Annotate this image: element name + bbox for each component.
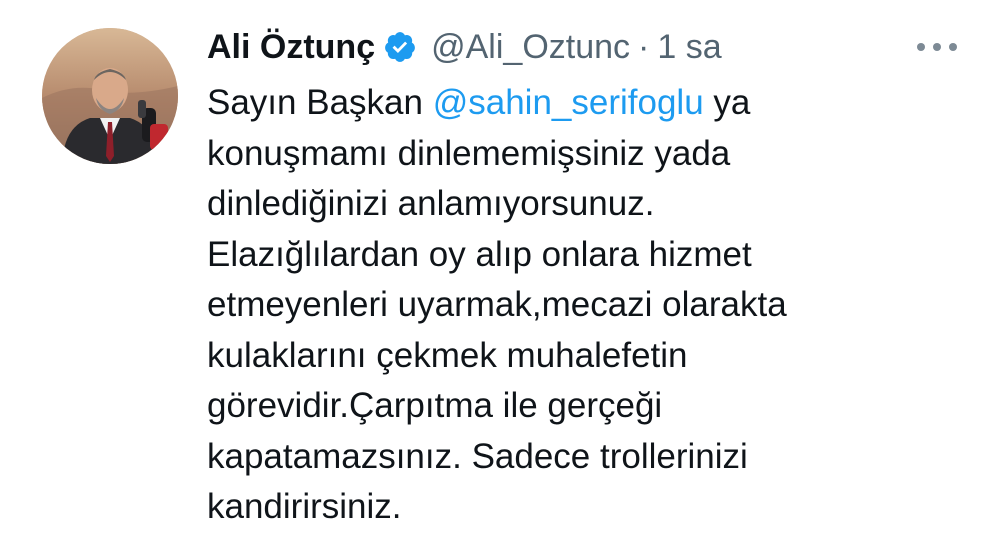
tweet-timestamp[interactable]: 1 sa <box>657 28 721 67</box>
tweet-line: kulaklarını çekmek muhalefetin <box>207 335 688 375</box>
mention-link[interactable]: @sahin_serifoglu <box>433 83 704 122</box>
more-dot <box>917 43 925 51</box>
tweet-text: Sayın Başkan @sahin_serifoglu ya konuşma… <box>207 78 967 533</box>
tweet-line: Sayın Başkan @sahin_serifoglu ya <box>207 78 967 129</box>
more-dot <box>933 43 941 51</box>
tweet-line: kandirirsiniz. <box>207 487 402 526</box>
author-handle[interactable]: @Ali_Oztunc <box>431 28 630 67</box>
more-options-icon[interactable] <box>917 40 957 54</box>
tweet-header: Ali Öztunç @Ali_Oztunc · 1 sa <box>207 20 722 74</box>
tweet-line: görevidir.Çarpıtma ile gerçeği <box>207 386 663 425</box>
tweet-line: dinlediğinizi anlamıyorsunuz. <box>207 184 655 223</box>
avatar[interactable] <box>42 28 178 164</box>
avatar-image <box>42 28 178 164</box>
tweet[interactable]: Ali Öztunç @Ali_Oztunc · 1 sa Sayın Başk… <box>0 0 1000 547</box>
tweet-line: Elazığlılardan oy alıp onlara hizmet <box>207 234 752 274</box>
author-name[interactable]: Ali Öztunç <box>207 28 375 67</box>
tweet-line: kapatamazsınız. Sadece trollerinizi <box>207 436 748 476</box>
tweet-line-text: ya <box>703 83 751 122</box>
tweet-line: konuşmamı dinlememişsiniz yada <box>207 133 731 173</box>
more-dot <box>949 43 957 51</box>
header-separator: · <box>638 27 650 66</box>
tweet-line-text: Sayın Başkan <box>207 83 433 122</box>
verified-badge-icon <box>383 30 417 64</box>
tweet-line: etmeyenleri uyarmak,mecazi olarakta <box>207 285 787 324</box>
